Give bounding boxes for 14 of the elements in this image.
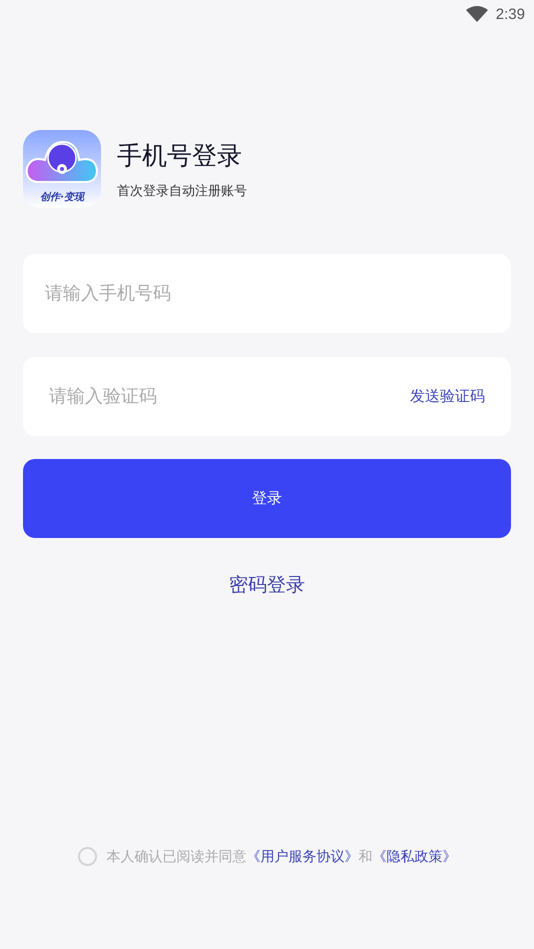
agreement-text: 本人确认已阅读并同意《用户服务协议》和《隐私政策》 — [106, 848, 456, 866]
login-button[interactable]: 登录 — [23, 459, 511, 538]
agreement-checkbox[interactable] — [78, 847, 96, 866]
privacy-policy-link[interactable]: 《隐私政策》 — [372, 848, 456, 864]
page-title: 手机号登录 — [117, 140, 243, 172]
wifi-icon — [466, 6, 488, 22]
send-code-button[interactable]: 发送验证码 — [410, 387, 485, 406]
password-login-link[interactable]: 密码登录 — [229, 572, 305, 598]
subtitle-text: 首次登录自动注册账号 — [117, 182, 247, 200]
user-agreement-link[interactable]: 《用户服务协议》 — [246, 848, 358, 864]
clock-time: 2:39 — [496, 6, 525, 22]
code-input-field[interactable]: 请输入验证码 — [49, 386, 410, 407]
logo-text: 创作·变现 — [40, 190, 84, 204]
phone-input-field[interactable]: 请输入手机号码 — [23, 254, 511, 333]
